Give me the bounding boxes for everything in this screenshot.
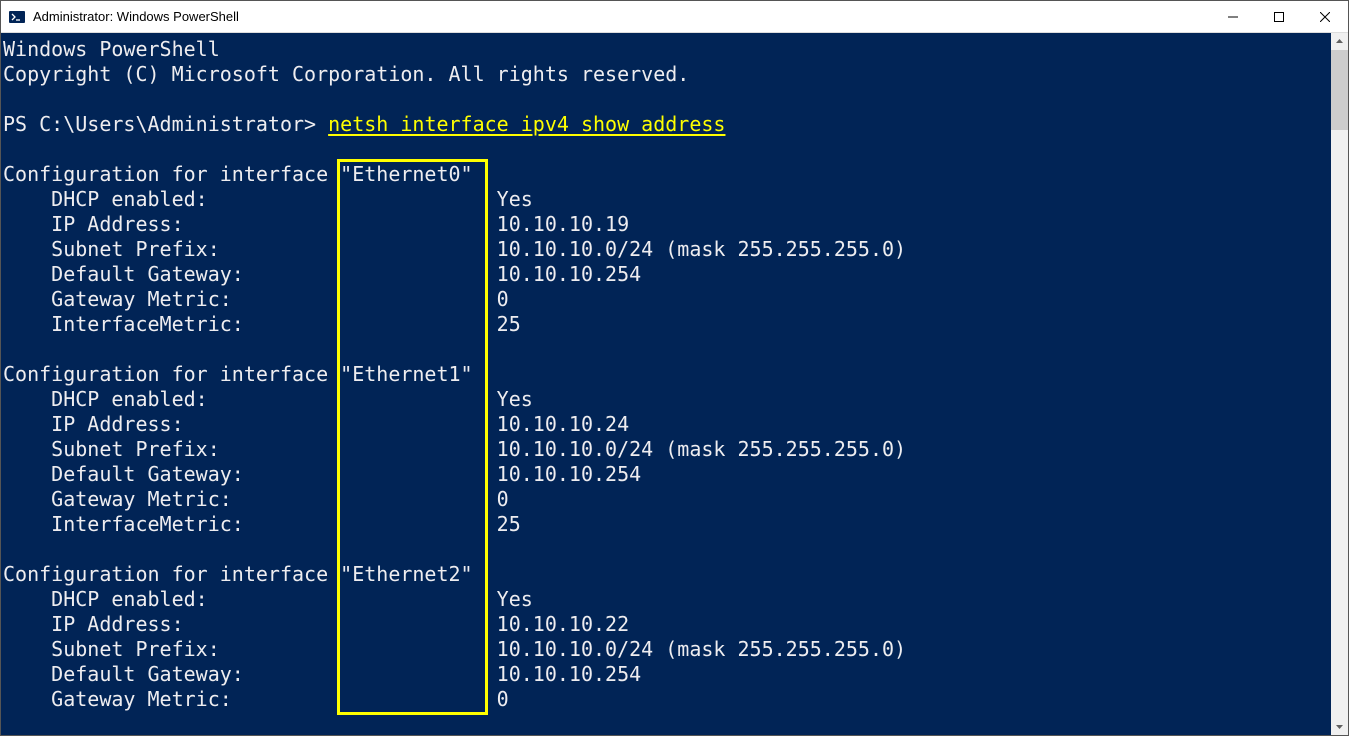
terminal-wrapper: Windows PowerShellCopyright (C) Microsof… bbox=[1, 33, 1348, 735]
terminal-line: Default Gateway: 10.10.10.254 bbox=[3, 262, 1329, 287]
terminal-line: Configuration for interface "Ethernet0" bbox=[3, 162, 1329, 187]
terminal-line: DHCP enabled: Yes bbox=[3, 587, 1329, 612]
terminal-line: Configuration for interface "Ethernet1" bbox=[3, 362, 1329, 387]
terminal-line: Windows PowerShell bbox=[3, 37, 1329, 62]
terminal-line: InterfaceMetric: 25 bbox=[3, 512, 1329, 537]
window-controls bbox=[1210, 1, 1348, 32]
scroll-thumb[interactable] bbox=[1331, 50, 1348, 130]
scroll-down-icon[interactable] bbox=[1331, 718, 1348, 735]
terminal-line: Default Gateway: 10.10.10.254 bbox=[3, 462, 1329, 487]
terminal-line: Gateway Metric: 0 bbox=[3, 487, 1329, 512]
powershell-window: Administrator: Windows PowerShell Window… bbox=[0, 0, 1349, 736]
terminal-line: Configuration for interface "Ethernet2" bbox=[3, 562, 1329, 587]
terminal-line: Default Gateway: 10.10.10.254 bbox=[3, 662, 1329, 687]
terminal-line: Subnet Prefix: 10.10.10.0/24 (mask 255.2… bbox=[3, 637, 1329, 662]
terminal-line bbox=[3, 87, 1329, 112]
terminal-line bbox=[3, 537, 1329, 562]
terminal-line: IP Address: 10.10.10.19 bbox=[3, 212, 1329, 237]
terminal-line bbox=[3, 137, 1329, 162]
close-button[interactable] bbox=[1302, 1, 1348, 32]
window-title: Administrator: Windows PowerShell bbox=[33, 9, 1210, 24]
terminal-line: IP Address: 10.10.10.22 bbox=[3, 612, 1329, 637]
terminal-line: Gateway Metric: 0 bbox=[3, 687, 1329, 712]
terminal-line: Subnet Prefix: 10.10.10.0/24 (mask 255.2… bbox=[3, 437, 1329, 462]
terminal-line: Copyright (C) Microsoft Corporation. All… bbox=[3, 62, 1329, 87]
command-text: netsh interface ipv4 show address bbox=[328, 112, 725, 136]
terminal-line: IP Address: 10.10.10.24 bbox=[3, 412, 1329, 437]
terminal-line: DHCP enabled: Yes bbox=[3, 187, 1329, 212]
terminal-line: Subnet Prefix: 10.10.10.0/24 (mask 255.2… bbox=[3, 237, 1329, 262]
terminal[interactable]: Windows PowerShellCopyright (C) Microsof… bbox=[1, 33, 1331, 735]
titlebar[interactable]: Administrator: Windows PowerShell bbox=[1, 1, 1348, 33]
terminal-line: Gateway Metric: 0 bbox=[3, 287, 1329, 312]
powershell-icon bbox=[9, 9, 25, 25]
minimize-button[interactable] bbox=[1210, 1, 1256, 32]
maximize-button[interactable] bbox=[1256, 1, 1302, 32]
scrollbar[interactable] bbox=[1331, 33, 1348, 735]
terminal-line: DHCP enabled: Yes bbox=[3, 387, 1329, 412]
scroll-up-icon[interactable] bbox=[1331, 33, 1348, 50]
terminal-line: PS C:\Users\Administrator> netsh interfa… bbox=[3, 112, 1329, 137]
terminal-line: InterfaceMetric: 25 bbox=[3, 312, 1329, 337]
terminal-line bbox=[3, 337, 1329, 362]
